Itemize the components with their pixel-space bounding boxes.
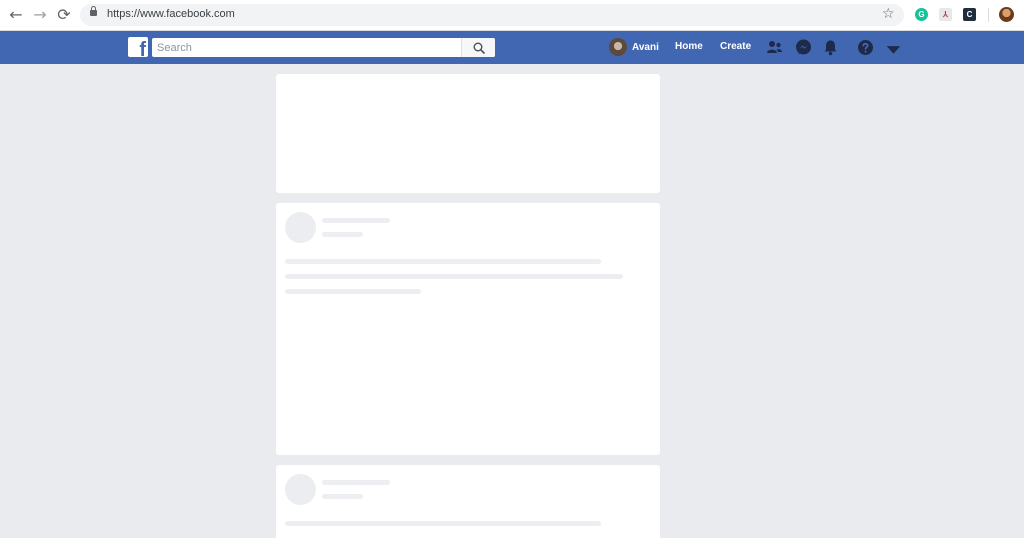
search-button[interactable]: [461, 38, 495, 57]
help-question-icon[interactable]: [857, 39, 874, 56]
user-avatar: [609, 38, 627, 56]
search-box: [152, 38, 495, 57]
back-arrow-icon[interactable]: ←: [8, 7, 24, 23]
forward-arrow-icon[interactable]: →: [32, 7, 48, 23]
text-line-placeholder: [285, 259, 601, 264]
facebook-top-bar: f Avani Home Create: [0, 31, 1024, 64]
address-bar[interactable]: https://www.facebook.com: [80, 4, 904, 26]
pdf-extension-icon[interactable]: ⅄: [939, 8, 952, 21]
facebook-logo[interactable]: f: [128, 37, 148, 57]
messenger-icon[interactable]: [795, 39, 812, 56]
text-line-placeholder: [285, 289, 421, 294]
grammarly-extension-icon[interactable]: G: [915, 8, 928, 21]
user-name: Avani: [632, 41, 659, 53]
url-text: https://www.facebook.com: [107, 8, 235, 20]
time-line-placeholder: [322, 232, 363, 237]
post-placeholder-card: [276, 465, 660, 538]
notifications-bell-icon[interactable]: [822, 39, 839, 56]
name-line-placeholder: [322, 218, 390, 223]
name-line-placeholder: [322, 480, 390, 485]
browser-toolbar: ← → ⟳ https://www.facebook.com ☆ G ⅄ C: [0, 0, 1024, 31]
toolbar-divider: [988, 8, 989, 22]
text-line-placeholder: [285, 274, 623, 279]
post-placeholder-card: [276, 203, 660, 455]
avatar-placeholder: [285, 474, 316, 505]
profile-link[interactable]: Avani: [609, 37, 659, 57]
bookmark-star-icon[interactable]: ☆: [882, 6, 895, 22]
friend-requests-icon[interactable]: [766, 39, 783, 56]
composer-placeholder-card: [276, 74, 660, 193]
search-input[interactable]: [152, 38, 461, 57]
account-menu-chevron-down-icon[interactable]: [885, 41, 902, 58]
home-link[interactable]: Home: [675, 41, 703, 52]
c-extension-icon[interactable]: C: [963, 8, 976, 21]
lock-icon: [90, 6, 97, 16]
search-icon: [473, 42, 485, 54]
reload-icon[interactable]: ⟳: [56, 7, 72, 23]
browser-profile-avatar[interactable]: [999, 7, 1014, 22]
text-line-placeholder: [285, 521, 601, 526]
facebook-logo-glyph: f: [139, 39, 146, 57]
avatar-placeholder: [285, 212, 316, 243]
create-link[interactable]: Create: [720, 41, 751, 52]
time-line-placeholder: [322, 494, 363, 499]
